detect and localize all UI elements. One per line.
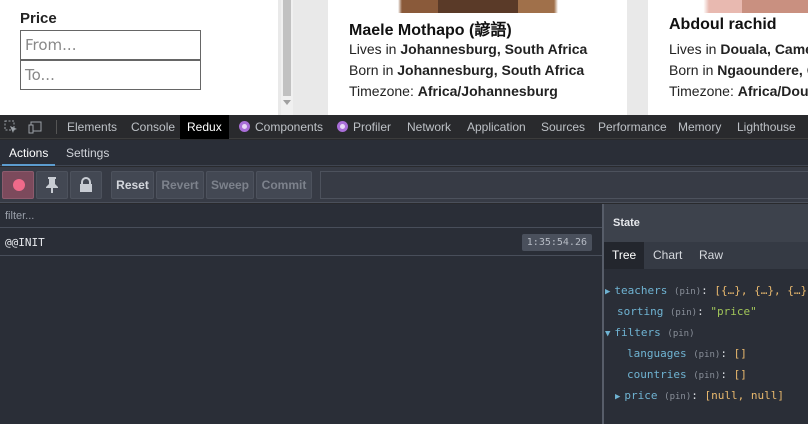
price-filter-label: Price	[20, 10, 57, 27]
teacher-name: Abdoul rachid	[669, 16, 777, 33]
pin-icon	[46, 177, 58, 193]
record-icon	[13, 179, 25, 191]
subtab-settings[interactable]: Settings	[59, 140, 116, 166]
scroll-down-arrow-icon[interactable]	[283, 100, 291, 105]
action-name: @@INIT	[5, 236, 45, 249]
price-to-input[interactable]: To...	[20, 60, 201, 90]
devtools-panel: Elements Console Redux Components Profil…	[0, 115, 808, 424]
record-button[interactable]	[2, 171, 34, 199]
page-scrollbar[interactable]	[281, 0, 293, 115]
expand-arrow-icon[interactable]: ▶	[615, 392, 620, 402]
price-from-input[interactable]: From...	[20, 30, 201, 60]
pin-button[interactable]	[36, 171, 68, 199]
toolbar-extra-area	[320, 171, 808, 199]
tree-node-sorting[interactable]: sorting (pin): "price"	[617, 304, 757, 320]
tab-memory[interactable]: Memory	[671, 115, 728, 139]
action-timestamp: 1:35:54.26	[521, 234, 592, 251]
tab-separator	[56, 120, 57, 134]
inspect-element-icon[interactable]	[4, 120, 18, 134]
action-filter-input[interactable]: filter...	[0, 204, 602, 228]
sweep-button[interactable]: Sweep	[206, 171, 254, 199]
state-pane: State Tree Chart Raw ▶ teachers (pin): [{…	[604, 204, 808, 424]
tab-elements[interactable]: Elements	[60, 115, 124, 139]
tab-lighthouse[interactable]: Lighthouse	[730, 115, 803, 139]
react-icon	[337, 121, 348, 132]
device-toolbar-icon[interactable]	[28, 120, 42, 134]
state-tab-tree[interactable]: Tree	[604, 242, 645, 269]
tree-node-price[interactable]: ▶ price (pin): [null, null]	[615, 388, 784, 404]
tab-performance[interactable]: Performance	[591, 115, 674, 139]
redux-subtab-bar: Actions Settings	[0, 140, 808, 166]
commit-button[interactable]: Commit	[256, 171, 312, 199]
action-list-item[interactable]: @@INIT 1:35:54.26	[0, 229, 602, 256]
state-header: State	[604, 204, 808, 242]
teacher-card[interactable]: Abdoul rachid Lives in Douala, Camer Bor…	[648, 0, 808, 115]
teacher-name: Maele Mothapo (諺語)	[349, 22, 512, 39]
tab-console[interactable]: Console	[124, 115, 182, 139]
state-tab-chart[interactable]: Chart	[645, 242, 690, 269]
tab-network[interactable]: Network	[400, 115, 458, 139]
teacher-card[interactable]: Maele Mothapo (諺語) Lives in Johannesburg…	[328, 0, 627, 115]
teacher-timezone: Timezone: Africa/Doua	[669, 83, 808, 99]
tree-node-filters[interactable]: ▼ filters (pin)	[605, 325, 695, 341]
devtools-tab-bar: Elements Console Redux Components Profil…	[0, 115, 808, 139]
state-tab-raw[interactable]: Raw	[691, 242, 731, 269]
tree-node-languages[interactable]: languages (pin): []	[627, 346, 747, 362]
action-list-pane: filter... @@INIT 1:35:54.26	[0, 204, 602, 424]
lock-button[interactable]	[70, 171, 102, 199]
react-icon	[239, 121, 250, 132]
redux-toolbar: Reset Revert Sweep Commit	[0, 167, 808, 203]
collapse-arrow-icon[interactable]: ▼	[605, 329, 610, 339]
teacher-lives-in: Lives in Johannesburg, South Africa	[349, 41, 588, 57]
tab-sources[interactable]: Sources	[534, 115, 592, 139]
lock-icon	[80, 177, 92, 192]
teacher-timezone: Timezone: Africa/Johannesburg	[349, 83, 558, 99]
state-tab-bar: Tree Chart Raw	[604, 242, 808, 269]
web-page: Price From... To... Maele Mothapo (諺語) L…	[0, 0, 808, 115]
state-tree: ▶ teachers (pin): [{…}, {…}, {…}, sorting…	[604, 269, 808, 424]
tab-application[interactable]: Application	[460, 115, 533, 139]
teacher-born-in: Born in Johannesburg, South Africa	[349, 62, 585, 78]
tab-components[interactable]: Components	[232, 115, 330, 139]
tree-node-teachers[interactable]: ▶ teachers (pin): [{…}, {…}, {…},	[605, 283, 808, 299]
teacher-born-in: Born in Ngaoundere, C	[669, 62, 808, 78]
reset-button[interactable]: Reset	[111, 171, 154, 199]
filter-panel: Price From... To...	[0, 0, 278, 115]
teacher-photo	[378, 0, 578, 13]
teacher-photo	[698, 0, 808, 13]
revert-button[interactable]: Revert	[156, 171, 204, 199]
teacher-lives-in: Lives in Douala, Camer	[669, 41, 808, 57]
scrollbar-thumb[interactable]	[283, 0, 291, 96]
tree-node-countries[interactable]: countries (pin): []	[627, 367, 747, 383]
subtab-actions[interactable]: Actions	[2, 140, 56, 166]
tab-redux[interactable]: Redux	[180, 115, 229, 139]
tab-profiler[interactable]: Profiler	[330, 115, 398, 139]
expand-arrow-icon[interactable]: ▶	[605, 287, 610, 297]
